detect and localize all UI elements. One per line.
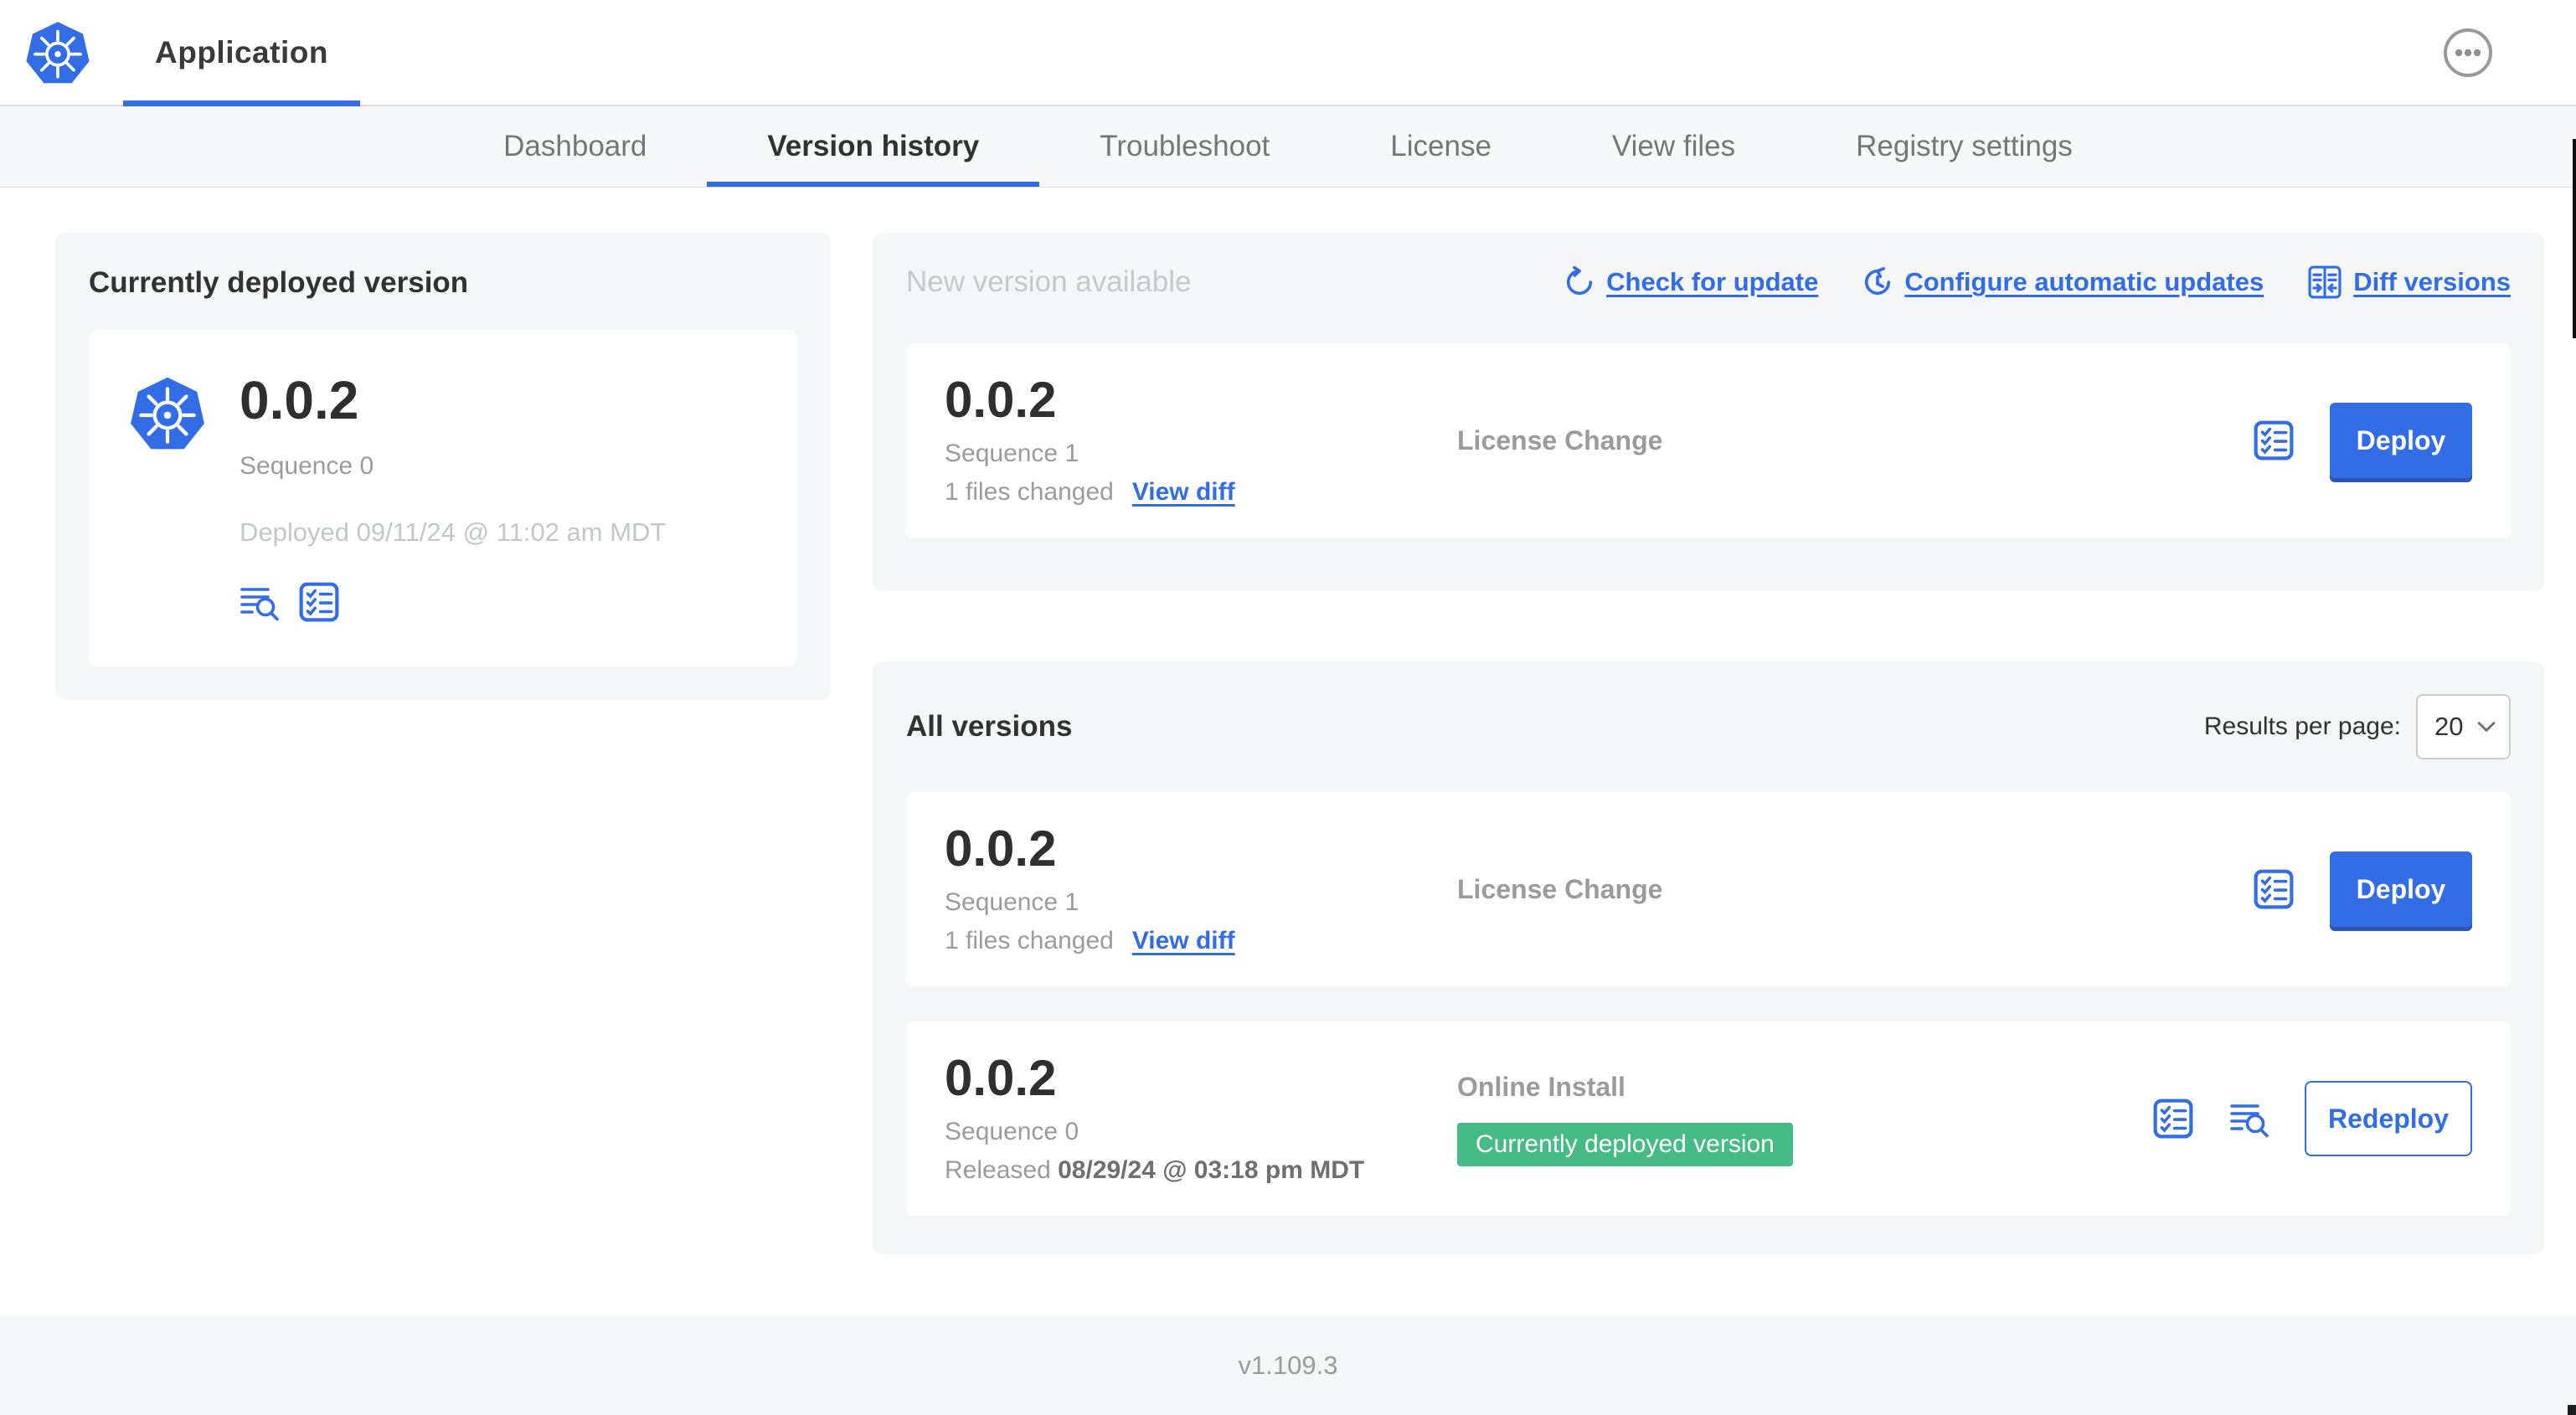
files-changed-line: 1 files changed View diff — [945, 478, 1457, 507]
view-logs-button[interactable] — [2229, 1099, 2269, 1139]
version-row-source: License Change — [1457, 874, 2253, 905]
auto-update-schedule-icon — [1865, 267, 1891, 296]
deployed-sequence: Sequence 0 — [240, 452, 374, 480]
update-actions: Check for update Configure automatic upd… — [1564, 265, 2511, 300]
currently-deployed-version-card: 0.0.2 Sequence 0 Deployed 09/11/24 @ 11:… — [89, 330, 797, 666]
released-date: 08/29/24 @ 03:18 pm MDT — [1058, 1155, 1365, 1184]
version-row-info: 0.0.2 Sequence 1 1 files changed View di… — [945, 371, 1457, 507]
kubernetes-logo-icon — [26, 21, 90, 83]
app-nav: Dashboard Version history Troubleshoot L… — [0, 106, 2576, 188]
version-row-sequence-1: 0.0.2 Sequence 1 1 files changed View di… — [906, 792, 2511, 986]
currently-deployed-card: Currently deployed version 0.0.2 Sequenc… — [55, 233, 831, 700]
preflight-checks-button[interactable] — [298, 581, 340, 623]
kubernetes-logo-icon — [131, 377, 204, 450]
all-versions-header: All versions Results per page: 20 — [906, 693, 2511, 760]
deploy-button[interactable]: Deploy — [2330, 403, 2472, 478]
refresh-icon — [1567, 266, 1593, 296]
app-tab[interactable]: Application — [123, 0, 360, 106]
configure-automatic-updates-label: Configure automatic updates — [1904, 267, 2264, 296]
tab-registry-settings[interactable]: Registry settings — [1795, 106, 2133, 187]
preflight-checks-icon — [299, 582, 339, 622]
results-per-page: Results per page: 20 — [2204, 694, 2511, 759]
check-for-update-label: Check for update — [1606, 267, 1819, 296]
tab-view-files[interactable]: View files — [1552, 106, 1795, 187]
version-number: 0.0.2 — [945, 371, 1057, 428]
version-row-sequence-0: 0.0.2 Sequence 0 Released 08/29/24 @ 03:… — [906, 1021, 2511, 1216]
screen-edge-artifact — [2573, 139, 2576, 338]
version-row-source: Online Install Currently deployed versio… — [1457, 1072, 2152, 1166]
version-row-source: License Change — [1457, 425, 2253, 456]
files-changed-text: 1 files changed — [945, 477, 1114, 506]
deployed-version-info: 0.0.2 Sequence 0 Deployed 09/11/24 @ 11:… — [240, 373, 666, 623]
ellipsis-circle-icon — [2444, 28, 2492, 77]
results-per-page-label: Results per page: — [2203, 713, 2401, 740]
view-diff-link[interactable]: View diff — [1132, 478, 1235, 507]
released-timestamp: Released 08/29/24 @ 03:18 pm MDT — [945, 1156, 1457, 1185]
version-number: 0.0.2 — [945, 1049, 1057, 1106]
redeploy-button[interactable]: Redeploy — [2305, 1081, 2472, 1156]
overflow-menu-button[interactable] — [2442, 27, 2494, 79]
results-per-page-select[interactable]: 20 — [2416, 694, 2511, 759]
preflight-checks-button[interactable] — [2253, 868, 2295, 910]
console-version: v1.109.3 — [1238, 1350, 1338, 1380]
version-source-label: License Change — [1457, 424, 1663, 455]
version-row-info: 0.0.2 Sequence 0 Released 08/29/24 @ 03:… — [945, 1049, 1457, 1185]
version-source-label: Online Install — [1457, 1071, 1625, 1102]
version-sequence: Sequence 1 — [945, 439, 1079, 467]
deployed-actions — [240, 581, 666, 623]
new-version-header: New version available Check for update C… — [906, 265, 2511, 300]
chevron-down-icon — [2477, 722, 2496, 732]
preflight-checks-icon — [2153, 1099, 2193, 1139]
all-versions-title: All versions — [906, 710, 1073, 743]
version-row-actions: Deploy — [2253, 403, 2472, 478]
new-version-title: New version available — [906, 265, 1192, 298]
tab-troubleshoot[interactable]: Troubleshoot — [1039, 106, 1330, 187]
diff-versions-icon — [2308, 265, 2342, 299]
version-row-actions: Redeploy — [2152, 1081, 2472, 1156]
view-logs-icon — [2230, 1104, 2269, 1138]
new-version-row: 0.0.2 Sequence 1 1 files changed View di… — [906, 343, 2511, 538]
configure-automatic-updates-link[interactable]: Configure automatic updates — [1862, 266, 2264, 298]
files-changed-line: 1 files changed View diff — [945, 927, 1457, 955]
main-content: Currently deployed version 0.0.2 Sequenc… — [0, 188, 2576, 1296]
preflight-checks-icon — [2254, 869, 2294, 909]
released-prefix: Released — [945, 1155, 1051, 1184]
diff-versions-link[interactable]: Diff versions — [2307, 265, 2511, 300]
version-number: 0.0.2 — [945, 820, 1057, 877]
deployed-version-number: 0.0.2 — [240, 370, 359, 430]
app-footer: v1.109.3 — [0, 1315, 2576, 1415]
app-title: Application — [155, 34, 328, 69]
version-source-label: License Change — [1457, 873, 1663, 904]
all-versions-list: 0.0.2 Sequence 1 1 files changed View di… — [906, 792, 2511, 1216]
deploy-button[interactable]: Deploy — [2330, 852, 2472, 927]
version-row-info: 0.0.2 Sequence 1 1 files changed View di… — [945, 820, 1457, 955]
preflight-checks-button[interactable] — [2152, 1098, 2194, 1140]
tab-license[interactable]: License — [1330, 106, 1552, 187]
view-logs-icon — [240, 588, 279, 621]
version-sequence: Sequence 0 — [945, 1117, 1079, 1145]
tab-version-history[interactable]: Version history — [707, 106, 1040, 187]
preflight-checks-button[interactable] — [2253, 419, 2295, 461]
currently-deployed-title: Currently deployed version — [89, 266, 469, 299]
check-for-update-link[interactable]: Check for update — [1564, 266, 1818, 298]
version-sequence: Sequence 1 — [945, 888, 1079, 916]
version-row-actions: Deploy — [2253, 852, 2472, 927]
diff-versions-label: Diff versions — [2353, 267, 2511, 296]
new-version-card: New version available Check for update C… — [873, 233, 2544, 591]
view-logs-button[interactable] — [240, 582, 280, 622]
deployed-timestamp: Deployed 09/11/24 @ 11:02 am MDT — [240, 517, 667, 547]
all-versions-card: All versions Results per page: 20 0.0.2 — [873, 661, 2544, 1254]
preflight-checks-icon — [2254, 420, 2294, 461]
tab-dashboard[interactable]: Dashboard — [443, 106, 707, 187]
files-changed-text: 1 files changed — [945, 926, 1114, 954]
view-diff-link[interactable]: View diff — [1132, 927, 1235, 955]
results-per-page-value: 20 — [2434, 712, 2464, 741]
currently-deployed-badge: Currently deployed version — [1457, 1122, 1793, 1166]
app-header: Application — [0, 0, 2576, 106]
screen-edge-artifact — [2568, 1405, 2576, 1415]
version-history-column: New version available Check for update C… — [873, 233, 2544, 1254]
